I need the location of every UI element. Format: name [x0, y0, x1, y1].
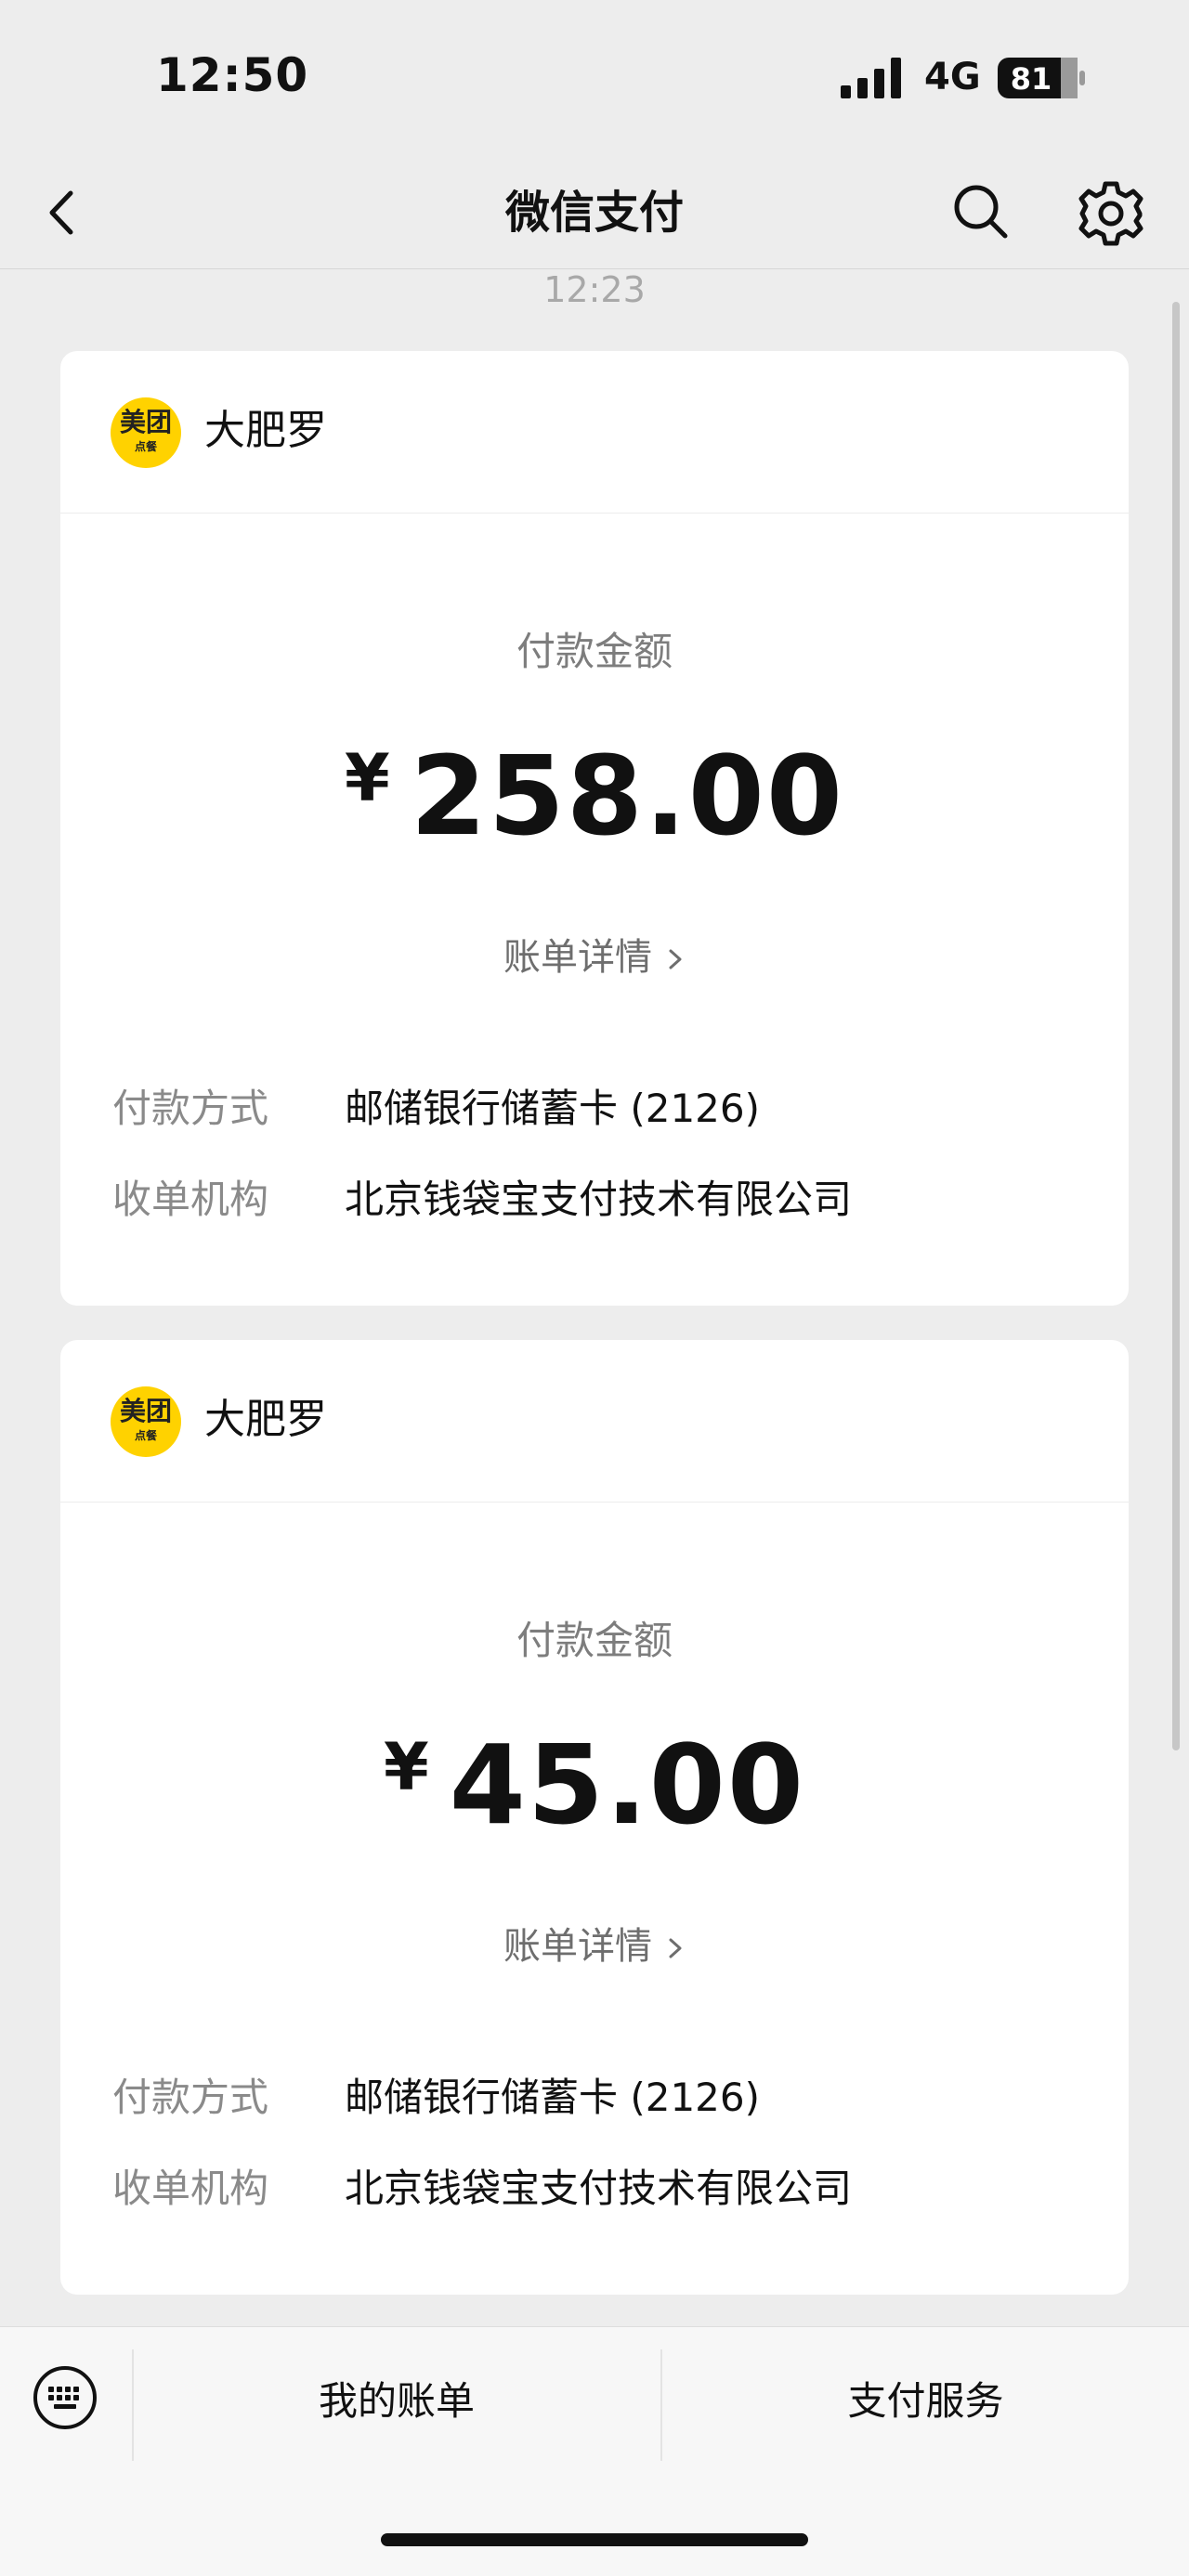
message-timestamp: 12:23	[543, 269, 646, 310]
nav-bar: 微信支付	[0, 158, 1189, 269]
gear-icon[interactable]	[1076, 178, 1146, 249]
acquirer-value: 北京钱袋宝支付技术有限公司	[345, 1177, 853, 1222]
payment-card[interactable]: 美团 点餐 大肥罗 付款金额 ¥258.00 账单详情 付款方式 邮储银行储蓄卡…	[60, 351, 1129, 1306]
currency-symbol: ¥	[384, 1729, 431, 1805]
logo-sub-text: 点餐	[134, 440, 157, 453]
amount-label: 付款金额	[516, 629, 673, 674]
chevron-right-icon	[669, 949, 682, 969]
status-bar: 12:50 4G 81	[0, 0, 1189, 158]
network-type: 4G	[924, 56, 981, 98]
battery-icon: 81	[998, 58, 1085, 98]
search-icon[interactable]	[947, 178, 1013, 243]
keyboard-icon[interactable]	[32, 2364, 98, 2431]
chevron-right-icon	[669, 1938, 682, 1958]
payment-method-label: 付款方式	[112, 1086, 269, 1131]
payment-services-menu[interactable]: 支付服务	[662, 2355, 1189, 2448]
logo-sub-text: 点餐	[134, 1429, 157, 1442]
bill-details-link[interactable]: 账单详情	[60, 1916, 1129, 1970]
bill-details-link[interactable]: 账单详情	[60, 927, 1129, 981]
meituan-logo-icon: 美团 点餐	[111, 397, 181, 468]
currency-symbol: ¥	[344, 740, 392, 816]
amount-value: 258.00	[410, 732, 845, 860]
bill-details-label: 账单详情	[503, 936, 652, 979]
home-indicator[interactable]	[381, 2533, 808, 2546]
meituan-logo-icon: 美团 点餐	[111, 1386, 181, 1457]
card-header: 美团 点餐 大肥罗	[60, 351, 1129, 514]
bill-details-label: 账单详情	[503, 1925, 652, 1968]
card-header: 美团 点餐 大肥罗	[60, 1340, 1129, 1503]
merchant-name: 大肥罗	[204, 407, 327, 454]
logo-main-text: 美团	[119, 1396, 172, 1426]
scrollbar[interactable]	[1172, 302, 1180, 1750]
payment-card[interactable]: 美团 点餐 大肥罗 付款金额 ¥45.00 账单详情 付款方式 邮储银行储蓄卡 …	[60, 1340, 1129, 2295]
my-bills-menu[interactable]: 我的账单	[133, 2355, 660, 2448]
payment-amount: ¥258.00	[60, 718, 1129, 856]
battery-level: 81	[1011, 61, 1052, 97]
payment-method-label: 付款方式	[112, 2075, 269, 2120]
payment-amount: ¥45.00	[60, 1707, 1129, 1845]
acquirer-label: 收单机构	[112, 1177, 269, 1222]
amount-value: 45.00	[449, 1721, 805, 1849]
payment-method-value: 邮储银行储蓄卡 (2126)	[345, 1086, 761, 1131]
signal-strength-icon	[841, 58, 901, 98]
status-time: 12:50	[156, 48, 309, 102]
amount-label: 付款金额	[516, 1618, 673, 1663]
acquirer-label: 收单机构	[112, 2166, 269, 2211]
merchant-name: 大肥罗	[204, 1396, 327, 1443]
logo-main-text: 美团	[119, 407, 172, 437]
payment-method-value: 邮储银行储蓄卡 (2126)	[345, 2075, 761, 2120]
acquirer-value: 北京钱袋宝支付技术有限公司	[345, 2166, 853, 2211]
